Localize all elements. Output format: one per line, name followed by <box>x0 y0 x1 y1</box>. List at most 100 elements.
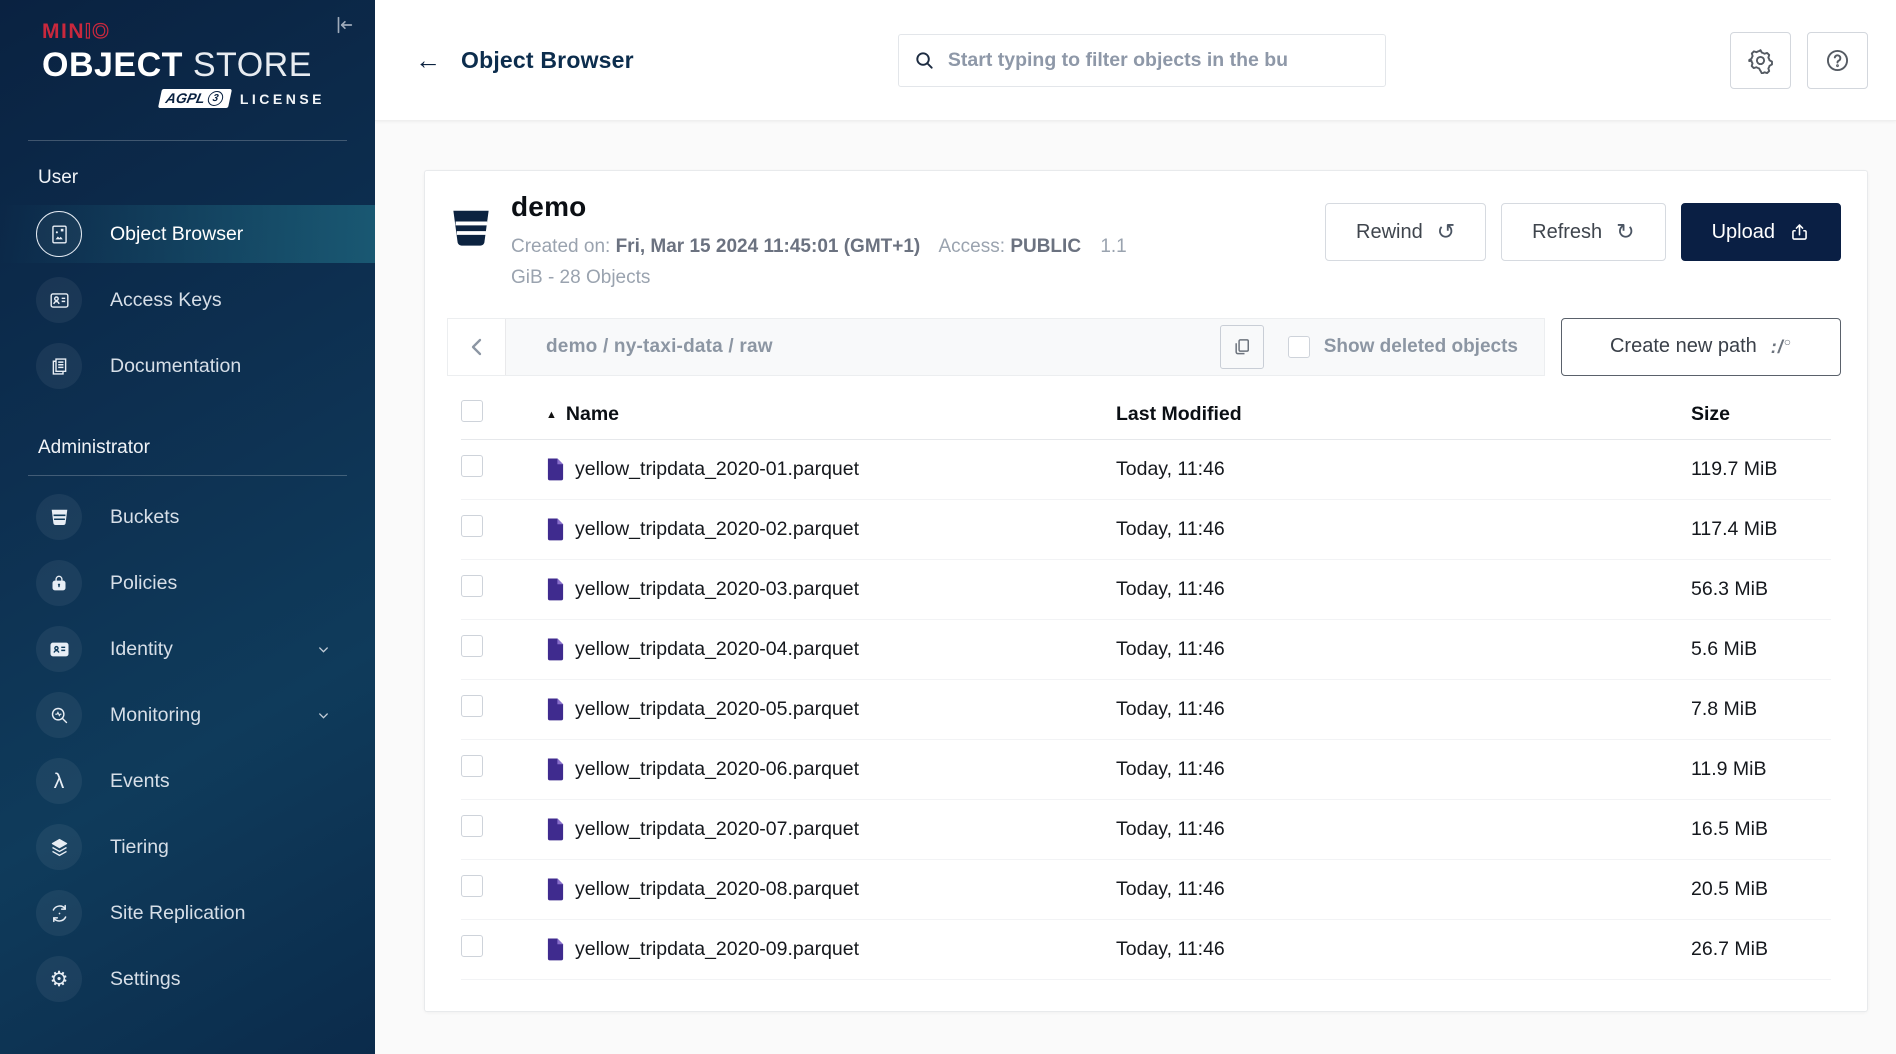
breadcrumb[interactable]: demo / ny-taxi-data / raw <box>506 336 773 358</box>
upload-button[interactable]: Upload <box>1681 203 1841 261</box>
sidebar-item-documentation[interactable]: Documentation <box>0 337 375 395</box>
refresh-button[interactable]: Refresh↻ <box>1501 203 1665 261</box>
lambda-icon: λ <box>36 758 82 804</box>
access-value: PUBLIC <box>1010 236 1081 257</box>
object-modified: Today, 11:46 <box>1116 458 1691 481</box>
bucket-name: demo <box>511 191 1127 223</box>
row-checkbox[interactable] <box>461 635 483 657</box>
create-new-path-button[interactable]: Create new path :/○ <box>1561 318 1841 376</box>
row-checkbox[interactable] <box>461 455 483 477</box>
row-checkbox[interactable] <box>461 935 483 957</box>
object-name[interactable]: yellow_tripdata_2020-09.parquet <box>575 938 859 961</box>
bucket-icon <box>447 205 495 251</box>
object-name[interactable]: yellow_tripdata_2020-04.parquet <box>575 638 859 661</box>
header-actions <box>1730 32 1868 89</box>
sidebar-item-label: Identity <box>110 638 173 661</box>
back-arrow-icon[interactable]: ← <box>415 47 441 73</box>
license-row: AGPL3 LICENSE <box>42 89 325 108</box>
row-checkbox[interactable] <box>461 875 483 897</box>
row-checkbox[interactable] <box>461 815 483 837</box>
sidebar-item-access-keys[interactable]: Access Keys <box>0 271 375 329</box>
copy-path-button[interactable] <box>1220 325 1264 369</box>
buckets-icon <box>36 494 82 540</box>
sidebar-item-label: Tiering <box>110 836 169 859</box>
parquet-file-icon <box>546 757 565 781</box>
table-row[interactable]: yellow_tripdata_2020-02.parquet Today, 1… <box>461 500 1831 560</box>
parquet-file-icon <box>546 937 565 961</box>
object-name[interactable]: yellow_tripdata_2020-08.parquet <box>575 878 859 901</box>
object-size: 11.9 MiB <box>1691 758 1831 781</box>
sidebar-item-object-browser[interactable]: Object Browser <box>0 205 375 263</box>
object-modified: Today, 11:46 <box>1116 758 1691 781</box>
row-checkbox[interactable] <box>461 755 483 777</box>
object-modified: Today, 11:46 <box>1116 638 1691 661</box>
breadcrumb-tools: Show deleted objects <box>1220 325 1544 369</box>
sidebar-item-policies[interactable]: Policies <box>0 554 375 612</box>
select-all-checkbox[interactable] <box>461 400 483 422</box>
table-row[interactable]: yellow_tripdata_2020-09.parquet Today, 1… <box>461 920 1831 980</box>
sidebar-item-label: Access Keys <box>110 289 222 312</box>
object-name[interactable]: yellow_tripdata_2020-07.parquet <box>575 818 859 841</box>
column-header-name[interactable]: ▲Name <box>546 403 1116 426</box>
row-checkbox[interactable] <box>461 515 483 537</box>
tiering-layers-icon <box>36 824 82 870</box>
sidebar-item-settings[interactable]: ⚙ Settings <box>0 950 375 1008</box>
chevron-down-icon[interactable] <box>316 708 331 723</box>
row-checkbox[interactable] <box>461 575 483 597</box>
console-settings-button[interactable] <box>1730 32 1791 89</box>
show-deleted-toggle: Show deleted objects <box>1288 336 1518 358</box>
help-button[interactable] <box>1807 32 1868 89</box>
table-row[interactable]: yellow_tripdata_2020-08.parquet Today, 1… <box>461 860 1831 920</box>
table-header-row: ▲Name Last Modified Size <box>461 390 1831 440</box>
section-label-user: User <box>0 141 375 193</box>
column-header-modified[interactable]: Last Modified <box>1116 403 1691 426</box>
table-row[interactable]: yellow_tripdata_2020-04.parquet Today, 1… <box>461 620 1831 680</box>
table-row[interactable]: yellow_tripdata_2020-07.parquet Today, 1… <box>461 800 1831 860</box>
parquet-file-icon <box>546 877 565 901</box>
object-name[interactable]: yellow_tripdata_2020-01.parquet <box>575 458 859 481</box>
sidebar-item-buckets[interactable]: Buckets <box>0 488 375 546</box>
object-name[interactable]: yellow_tripdata_2020-02.parquet <box>575 518 859 541</box>
rewind-icon: ↺ <box>1437 221 1455 243</box>
sidebar-item-label: Policies <box>110 572 177 595</box>
created-value: Fri, Mar 15 2024 11:45:01 (GMT+1) <box>616 236 921 257</box>
object-name[interactable]: yellow_tripdata_2020-05.parquet <box>575 698 859 721</box>
refresh-icon: ↻ <box>1616 221 1634 243</box>
object-modified: Today, 11:46 <box>1116 578 1691 601</box>
rewind-button[interactable]: Rewind↺ <box>1325 203 1486 261</box>
show-deleted-checkbox[interactable] <box>1288 336 1310 358</box>
object-name[interactable]: yellow_tripdata_2020-06.parquet <box>575 758 859 781</box>
column-header-size[interactable]: Size <box>1691 403 1831 426</box>
table-row[interactable]: yellow_tripdata_2020-06.parquet Today, 1… <box>461 740 1831 800</box>
object-size: 119.7 MiB <box>1691 458 1831 481</box>
minio-brand: MINIO <box>42 20 375 44</box>
chevron-down-icon[interactable] <box>316 642 331 657</box>
table-row[interactable]: yellow_tripdata_2020-03.parquet Today, 1… <box>461 560 1831 620</box>
bucket-size-part2: GiB - 28 Objects <box>511 267 650 288</box>
top-header: ← Object Browser <box>375 0 1896 121</box>
collapse-sidebar-button[interactable] <box>329 10 359 40</box>
parquet-file-icon <box>546 457 565 481</box>
agpl-badge: AGPL3 <box>158 89 232 108</box>
navigate-back-button[interactable] <box>448 319 506 375</box>
replication-sync-icon <box>36 890 82 936</box>
sidebar-item-tiering[interactable]: Tiering <box>0 818 375 876</box>
table-row[interactable]: yellow_tripdata_2020-01.parquet Today, 1… <box>461 440 1831 500</box>
sidebar-item-label: Documentation <box>110 355 241 378</box>
sidebar: MINIO OBJECT STORE AGPL3 LICENSE User Ob… <box>0 0 375 1054</box>
sidebar-item-site-replication[interactable]: Site Replication <box>0 884 375 942</box>
object-table: ▲Name Last Modified Size yellow_tripdata… <box>461 390 1831 980</box>
monitoring-icon <box>36 692 82 738</box>
sidebar-item-monitoring[interactable]: Monitoring <box>0 686 375 744</box>
object-modified: Today, 11:46 <box>1116 698 1691 721</box>
table-row[interactable]: yellow_tripdata_2020-05.parquet Today, 1… <box>461 680 1831 740</box>
row-checkbox[interactable] <box>461 695 483 717</box>
parquet-file-icon <box>546 577 565 601</box>
search-input[interactable] <box>948 49 1371 72</box>
sidebar-item-label: Monitoring <box>110 704 201 727</box>
minio-logo: MINIO OBJECT STORE AGPL3 LICENSE <box>0 0 375 108</box>
sidebar-item-events[interactable]: λ Events <box>0 752 375 810</box>
sidebar-item-label: Events <box>110 770 170 793</box>
sidebar-item-identity[interactable]: Identity <box>0 620 375 678</box>
object-name[interactable]: yellow_tripdata_2020-03.parquet <box>575 578 859 601</box>
